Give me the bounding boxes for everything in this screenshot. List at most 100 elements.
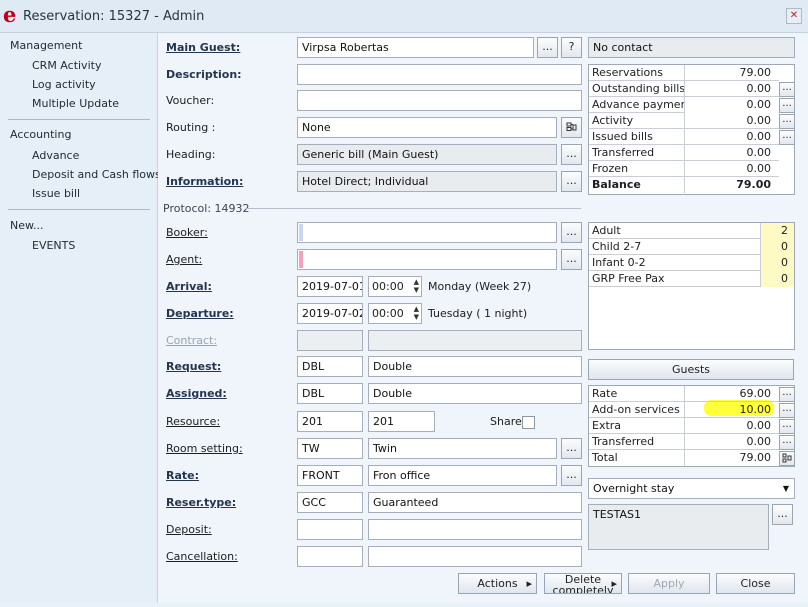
room-setting-lookup-button[interactable]: ... xyxy=(561,438,582,459)
extra-button[interactable]: ... xyxy=(779,419,795,434)
cancellation-label[interactable]: Cancellation: xyxy=(166,550,238,563)
sidebar-item-advance[interactable]: Advance xyxy=(32,149,79,162)
sidebar-item-events[interactable]: EVENTS xyxy=(32,239,75,252)
rate-row: Transferred 0.00 xyxy=(589,434,779,450)
main-guest-help-button[interactable]: ? xyxy=(561,37,582,58)
resource-value-field[interactable]: 201 xyxy=(368,411,435,432)
information-lookup-button[interactable]: ... xyxy=(561,171,582,192)
rate-row-label: Add-on services xyxy=(592,403,680,416)
main-guest-field[interactable]: Virpsa Robertas xyxy=(297,37,534,58)
rate-row-label: Extra xyxy=(592,419,622,432)
sidebar-item-multiple-update[interactable]: Multiple Update xyxy=(32,97,119,110)
rate-total-row: Total 79.00 xyxy=(589,450,779,466)
totals-row-label: Issued bills xyxy=(592,130,653,143)
sidebar-item-crm-activity[interactable]: CRM Activity xyxy=(32,59,101,72)
reser-type-code-field[interactable]: GCC xyxy=(297,492,363,513)
room-setting-value-field[interactable]: Twin xyxy=(368,438,557,459)
rate-code-field[interactable]: FRONT xyxy=(297,465,363,486)
heading-field[interactable]: Generic bill (Main Guest) xyxy=(297,144,557,165)
departure-date-field[interactable]: 2019-07-02 xyxy=(297,303,363,324)
arrival-time-field[interactable]: 00:00 ▲ ▼ xyxy=(368,276,422,297)
information-field[interactable]: Hotel Direct; Individual xyxy=(297,171,557,192)
guests-button[interactable]: Guests xyxy=(588,359,794,380)
room-setting-label[interactable]: Room setting: xyxy=(166,442,243,455)
advance-payments-button[interactable]: ... xyxy=(779,98,795,113)
spin-arrows-icon[interactable]: ▲ ▼ xyxy=(414,305,419,321)
close-button[interactable]: Close xyxy=(716,573,795,594)
agent-lookup-button[interactable]: ... xyxy=(561,249,582,270)
assigned-label[interactable]: Assigned: xyxy=(166,387,227,400)
pax-row-value[interactable]: 0 xyxy=(760,271,788,286)
reser-type-value-field[interactable]: Guaranteed xyxy=(368,492,582,513)
pax-row-value[interactable]: 0 xyxy=(760,239,788,254)
booker-lookup-button[interactable]: ... xyxy=(561,222,582,243)
departure-label[interactable]: Departure: xyxy=(166,307,234,320)
rate-row-label: Transferred xyxy=(592,435,655,448)
rate-lookup-button[interactable]: ... xyxy=(561,465,582,486)
departure-time-field[interactable]: 00:00 ▲ ▼ xyxy=(368,303,422,324)
arrival-date-field[interactable]: 2019-07-01 xyxy=(297,276,363,297)
deposit-code-field[interactable] xyxy=(297,519,363,540)
total-tree-button[interactable] xyxy=(779,451,795,466)
contact-field[interactable]: No contact xyxy=(588,37,795,58)
rate-row: Rate 69.00 xyxy=(589,386,779,402)
description-field[interactable] xyxy=(297,64,582,85)
sidebar-item-new[interactable]: New... xyxy=(10,219,43,232)
agent-field[interactable] xyxy=(297,249,557,270)
assigned-value-field[interactable]: Double xyxy=(368,383,582,404)
voucher-field[interactable] xyxy=(297,90,582,111)
totals-balance-row: Balance 79.00 xyxy=(589,177,779,193)
main-guest-label[interactable]: Main Guest: xyxy=(166,41,240,54)
request-label[interactable]: Request: xyxy=(166,360,221,373)
resource-label[interactable]: Resource: xyxy=(166,415,220,428)
heading-lookup-button[interactable]: ... xyxy=(561,144,582,165)
request-value-field[interactable]: Double xyxy=(368,356,582,377)
resource-code-field[interactable]: 201 xyxy=(297,411,363,432)
share-checkbox[interactable] xyxy=(522,416,535,429)
totals-row: Issued bills 0.00 xyxy=(589,129,779,145)
room-setting-code-field[interactable]: TW xyxy=(297,438,363,459)
pax-row-value[interactable]: 2 xyxy=(760,223,788,238)
share-label: Share xyxy=(490,415,522,428)
rate-value-field[interactable]: Fron office xyxy=(368,465,557,486)
issued-bills-button[interactable]: ... xyxy=(779,130,795,145)
totals-row-value: 0.00 xyxy=(746,130,772,143)
main-guest-lookup-button[interactable]: ... xyxy=(537,37,558,58)
actions-button[interactable]: Actions ▸ xyxy=(458,573,537,594)
sidebar-item-issue-bill[interactable]: Issue bill xyxy=(32,187,80,200)
apply-button[interactable]: Apply xyxy=(628,573,710,594)
add-on-services-button[interactable]: ... xyxy=(779,403,795,418)
deposit-value-field[interactable] xyxy=(368,519,582,540)
total-tree-icon xyxy=(782,453,791,463)
cancellation-code-field[interactable] xyxy=(297,546,363,567)
pax-row-label: Adult xyxy=(592,224,621,237)
cancellation-value-field[interactable] xyxy=(368,546,582,567)
spin-arrows-icon[interactable]: ▲ ▼ xyxy=(414,278,419,294)
rate-detail-button[interactable]: ... xyxy=(779,387,795,402)
routing-tree-icon xyxy=(566,122,577,131)
totals-row-value: 0.00 xyxy=(746,146,772,159)
routing-tree-button[interactable] xyxy=(561,117,582,138)
assigned-code-field[interactable]: DBL xyxy=(297,383,363,404)
stay-type-select[interactable]: Overnight stay ▼ xyxy=(588,478,795,499)
information-label[interactable]: Information: xyxy=(166,175,243,188)
close-icon[interactable]: ✕ xyxy=(786,8,802,24)
booker-field[interactable] xyxy=(297,222,557,243)
deposit-label[interactable]: Deposit: xyxy=(166,523,212,536)
delete-completely-button[interactable]: Delete completely ▸ xyxy=(544,573,622,594)
sidebar-item-deposit-cash-flows[interactable]: Deposit and Cash flows xyxy=(32,168,161,181)
transferred-button[interactable]: ... xyxy=(779,435,795,450)
activity-button[interactable]: ... xyxy=(779,114,795,129)
booker-label[interactable]: Booker: xyxy=(166,226,208,239)
note-edit-button[interactable]: ... xyxy=(772,504,793,525)
pax-row-value[interactable]: 0 xyxy=(760,255,788,270)
sidebar-item-log-activity[interactable]: Log activity xyxy=(32,78,96,91)
outstanding-bills-button[interactable]: ... xyxy=(779,82,795,97)
routing-field[interactable]: None xyxy=(297,117,557,138)
request-code-field[interactable]: DBL xyxy=(297,356,363,377)
note-field[interactable]: TESTAS1 xyxy=(588,504,769,550)
arrival-label[interactable]: Arrival: xyxy=(166,280,212,293)
reser-type-label[interactable]: Reser.type: xyxy=(166,496,236,509)
agent-label[interactable]: Agent: xyxy=(166,253,202,266)
rate-label[interactable]: Rate: xyxy=(166,469,199,482)
